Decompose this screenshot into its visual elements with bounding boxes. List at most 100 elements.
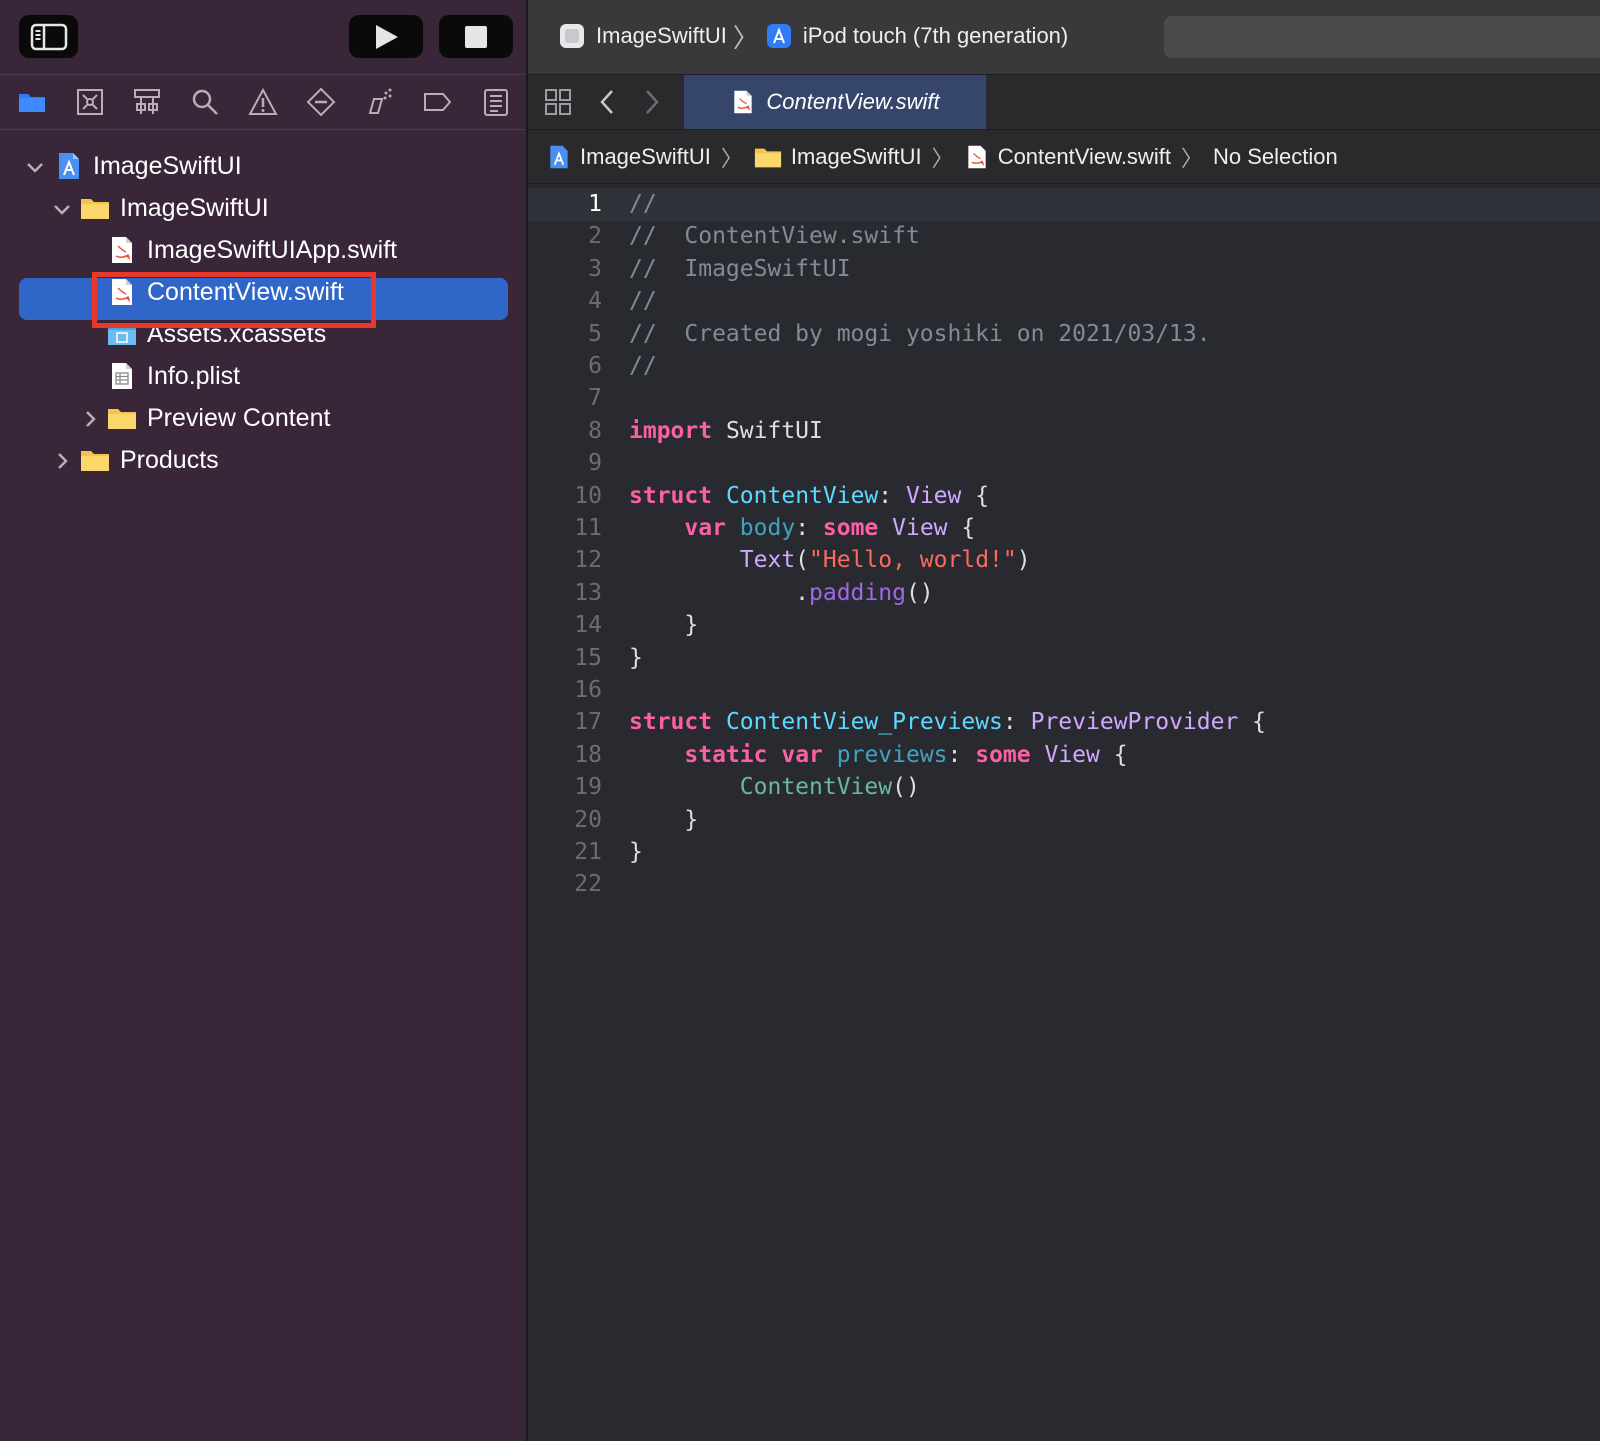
code-token: // Created by mogi yoshiki on 2021/03/13…	[629, 320, 1211, 347]
editor-area: ImageSwiftUI 〉 iPod touch (7th generatio…	[528, 0, 1600, 1441]
window-toolbar-left	[0, 0, 526, 75]
activity-status-bar	[1164, 16, 1600, 58]
code-line[interactable]: struct ContentView: View {	[629, 480, 989, 513]
report-icon[interactable]	[481, 87, 511, 117]
code-token: {	[961, 482, 990, 509]
code-token: }	[629, 644, 643, 671]
swift-file-icon	[112, 237, 132, 263]
code-token: //	[629, 353, 657, 379]
line-number: 15	[574, 644, 602, 671]
code-token: //	[629, 191, 657, 217]
code-token: :	[878, 482, 906, 509]
code-token: some	[975, 741, 1031, 768]
chevron-right-icon[interactable]	[53, 452, 71, 470]
code-line[interactable]: var body: some View {	[629, 512, 975, 545]
sidebar-icon	[30, 23, 67, 50]
toggle-sidebar-button[interactable]	[19, 15, 78, 58]
tree-label: ImageSwiftUI	[93, 152, 242, 180]
device-icon	[766, 24, 791, 48]
code-line[interactable]: ContentView()	[629, 771, 920, 804]
line-number: 19	[574, 774, 602, 801]
grid-layout-icon[interactable]	[544, 88, 572, 116]
code-token: ContentView	[725, 482, 879, 509]
line-number: 13	[574, 579, 602, 606]
tree-row-project[interactable]: ImageSwiftUI	[0, 146, 526, 188]
chevron-separator-icon: 〉	[720, 145, 743, 171]
code-token: // ImageSwiftUI	[629, 255, 851, 282]
jumpbar-file[interactable]: ContentView.swift	[998, 144, 1171, 170]
tree-row-group[interactable]: ImageSwiftUI	[0, 188, 526, 230]
code-token: some	[822, 515, 879, 541]
code-line[interactable]: .padding()	[629, 577, 934, 610]
annotation-highlight-box	[92, 272, 376, 328]
symbol-icon[interactable]	[132, 87, 162, 117]
line-number: 17	[574, 709, 602, 736]
code-token: :	[947, 741, 976, 768]
folder-icon	[754, 148, 781, 167]
navigator-selector-bar	[0, 75, 526, 130]
app-scheme-icon	[560, 24, 584, 48]
code-line[interactable]: }	[629, 642, 643, 675]
forward-chevron-icon[interactable]	[641, 88, 661, 116]
stop-button[interactable]	[439, 15, 513, 58]
folder-icon	[108, 409, 136, 429]
line-number: 10	[574, 482, 602, 509]
folder-icon[interactable]	[17, 87, 47, 117]
debug-icon[interactable]	[364, 87, 394, 117]
code-token: struct	[629, 709, 713, 736]
code-token: {	[1099, 741, 1128, 768]
tree-row-group[interactable]: Products	[0, 440, 526, 482]
jump-bar: ImageSwiftUI 〉 ImageSwiftUI 〉 ContentVie…	[528, 130, 1600, 184]
code-line[interactable]: //	[629, 188, 657, 221]
code-line[interactable]: //	[629, 350, 657, 383]
plist-file-icon	[112, 363, 132, 389]
tree-row-file[interactable]: ImageSwiftUIApp.swift	[0, 230, 526, 272]
jumpbar-group[interactable]: ImageSwiftUI	[791, 144, 922, 170]
code-line[interactable]: //	[629, 285, 657, 318]
code-line[interactable]: import SwiftUI	[629, 415, 823, 448]
code-line[interactable]: // Created by mogi yoshiki on 2021/03/13…	[629, 318, 1211, 351]
run-button[interactable]	[349, 15, 423, 58]
code-line[interactable]: static var previews: some View {	[629, 739, 1128, 772]
back-chevron-icon[interactable]	[598, 88, 618, 116]
tree-row-file[interactable]: Info.plist	[0, 356, 526, 398]
code-token: body	[739, 515, 796, 541]
jumpbar-project[interactable]: ImageSwiftUI	[580, 144, 711, 170]
line-number: 9	[588, 450, 602, 477]
line-number: 20	[574, 806, 602, 833]
code-line[interactable]: struct ContentView_Previews: PreviewProv…	[629, 706, 1266, 739]
search-icon[interactable]	[190, 87, 220, 117]
line-number: 14	[574, 612, 602, 639]
code-token: {	[947, 515, 976, 541]
code-token: }	[629, 806, 699, 833]
code-line[interactable]: }	[629, 609, 698, 642]
code-token: ContentView_Previews	[725, 709, 1003, 736]
code-token: }	[629, 839, 643, 865]
breakpoint-icon[interactable]	[422, 87, 452, 117]
line-number: 21	[574, 839, 602, 865]
scheme-selector[interactable]: ImageSwiftUI 〉 iPod touch (7th generatio…	[558, 18, 1068, 54]
tree-row-group[interactable]: Preview Content	[0, 398, 526, 440]
chevron-down-icon[interactable]	[53, 200, 71, 218]
chevron-right-icon[interactable]	[81, 410, 99, 428]
chevron-down-icon[interactable]	[26, 158, 44, 176]
chevron-separator-icon: 〉	[931, 145, 954, 171]
code-token: .	[629, 579, 810, 606]
tab-contentview[interactable]: ContentView.swift	[684, 75, 986, 129]
line-number: 16	[574, 677, 602, 703]
test-icon[interactable]	[306, 87, 336, 117]
code-line[interactable]: // ContentView.swift	[629, 220, 920, 253]
scheme-project-label: ImageSwiftUI	[596, 23, 727, 48]
code-line[interactable]: }	[629, 836, 643, 869]
code-token: {	[1238, 709, 1267, 736]
code-line[interactable]: Text("Hello, world!")	[629, 544, 1031, 577]
source-control-icon[interactable]	[75, 87, 105, 117]
warning-icon[interactable]	[248, 87, 278, 117]
jumpbar-symbol[interactable]: No Selection	[1213, 144, 1338, 170]
code-line[interactable]: }	[629, 804, 698, 837]
code-line[interactable]: // ImageSwiftUI	[629, 253, 851, 286]
